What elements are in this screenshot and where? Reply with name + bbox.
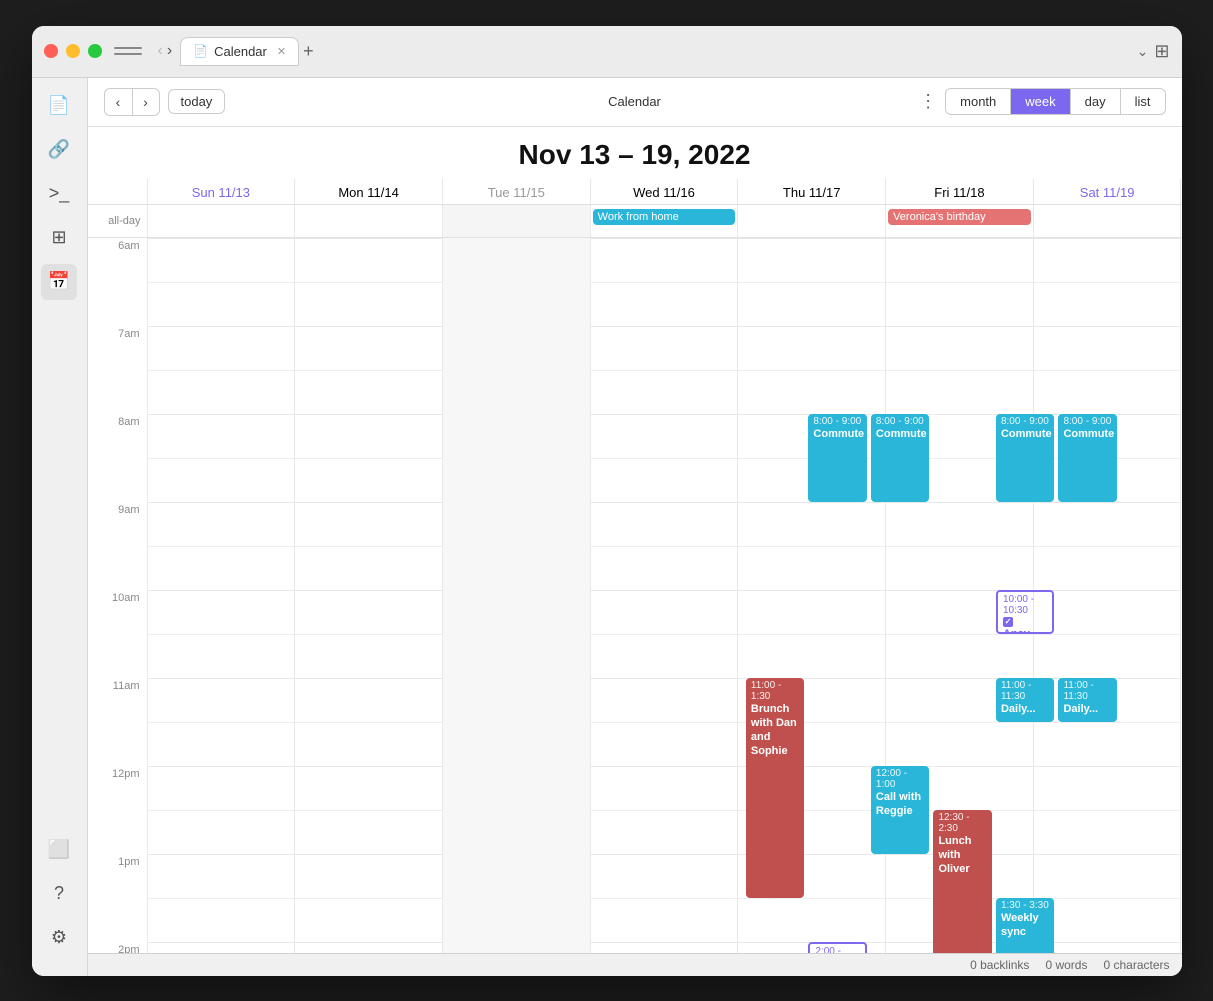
word-count: 0 words [1045,958,1087,972]
traffic-lights [44,44,102,58]
allday-wed[interactable]: Work from home [591,205,739,237]
sidebar-icon-file[interactable]: 📄 [41,88,77,124]
allday-row: all-day Work from home Veronica's birthd… [88,205,1182,238]
prev-week-button[interactable]: ‹ [104,88,132,116]
allday-event-work-from-home[interactable]: Work from home [593,209,736,225]
day-col-mon[interactable] [295,238,443,953]
titlebar: ‹ › 📄 Calendar ✕ + ⌄ ⊞ [32,26,1182,78]
next-week-button[interactable]: › [132,88,160,116]
event-block-1[interactable]: 8:00 - 9:00Commute [871,414,930,502]
allday-event-birthday[interactable]: Veronica's birthday [888,209,1031,225]
allday-sun[interactable] [148,205,296,237]
app-body: 📄 🔗 >_ ⊞ 📅 ⬜ ? ⚙ ‹ › today [32,78,1182,976]
sidebar-icon-vault[interactable]: ⬜ [41,832,77,868]
day-headers: Sun 11/13 Mon 11/14 Tue 11/15 Wed 11/16 … [88,179,1182,205]
day-header-wed[interactable]: Wed 11/16 [591,179,739,204]
app-window: ‹ › 📄 Calendar ✕ + ⌄ ⊞ 📄 🔗 >_ ⊞ 📅 ⬜ [32,26,1182,976]
day-header-tue[interactable]: Tue 11/15 [443,179,591,204]
time-label-8am: 8am [88,414,148,502]
day-col-wed[interactable] [591,238,739,953]
allday-mon[interactable] [295,205,443,237]
sidebar-icon-link[interactable]: 🔗 [41,132,77,168]
time-label-6am: 6am [88,238,148,326]
day-header-thu[interactable]: Thu 11/17 [738,179,886,204]
event-block-7[interactable]: 11:00 - 11:30Daily... [1058,678,1117,722]
tab-label: Calendar [214,44,267,59]
new-tab-button[interactable]: + [303,41,314,62]
icon-sidebar: 📄 🔗 >_ ⊞ 📅 ⬜ ? ⚙ [32,78,88,976]
time-label-9am: 9am [88,502,148,590]
event-block-6[interactable]: 11:00 - 11:30Daily... [996,678,1055,722]
event-block-8[interactable]: 12:00 - 1:00Call with Reggie [871,766,930,854]
event-block-9[interactable]: 12:30 - 2:30Lunch with Oliver [933,810,992,953]
calendar-toolbar: ‹ › today Calendar ⋮ month week day list [88,78,1182,127]
sidebar-icon-terminal[interactable]: >_ [41,176,77,212]
close-button[interactable] [44,44,58,58]
time-label-2pm: 2pm [88,942,148,953]
dropdown-icon[interactable]: ⌄ [1137,43,1149,60]
allday-fri[interactable]: Veronica's birthday [886,205,1034,237]
today-button[interactable]: today [168,89,226,114]
char-count: 0 characters [1103,958,1169,972]
month-view-button[interactable]: month [946,89,1011,114]
sidebar-icon-settings[interactable]: ⚙ [41,920,77,956]
status-bar: 0 backlinks 0 words 0 characters [88,953,1182,976]
time-label-11am: 11am [88,678,148,766]
list-view-button[interactable]: list [1121,89,1165,114]
allday-thu[interactable] [738,205,886,237]
week-title-bar: Nov 13 – 19, 2022 [88,127,1182,179]
maximize-button[interactable] [88,44,102,58]
day-header-mon[interactable]: Mon 11/14 [295,179,443,204]
allday-sat[interactable] [1034,205,1182,237]
allday-tue[interactable] [443,205,591,237]
sidebar-icon-grid[interactable]: ⊞ [41,220,77,256]
time-label-1pm: 1pm [88,854,148,942]
week-title: Nov 13 – 19, 2022 [519,139,751,171]
calendar-title: Calendar [608,94,661,109]
view-selector: month week day list [945,88,1165,115]
time-label-12pm: 12pm [88,766,148,854]
sidebar-icon-calendar[interactable]: 📅 [41,264,77,300]
sidebar-icon-help[interactable]: ? [41,876,77,912]
day-header-sun[interactable]: Sun 11/13 [148,179,296,204]
more-options-icon[interactable]: ⋮ [919,91,937,112]
time-grid-inner: 6am7am8am9am10am11am12pm1pm2pm3pm4pm5pm6… [88,238,1182,953]
day-view-button[interactable]: day [1071,89,1121,114]
tab-bar: ‹ › 📄 Calendar ✕ + [158,37,1137,66]
titlebar-nav: ⌄ ⊞ [1137,41,1170,62]
time-label-10am: 10am [88,590,148,678]
sidebar-toggle-button[interactable] [114,40,142,62]
tab-icon: 📄 [193,44,208,58]
event-block-3[interactable]: 8:00 - 9:00Commute [1058,414,1117,502]
tab-close-button[interactable]: ✕ [277,45,286,58]
calendar-tab[interactable]: 📄 Calendar ✕ [180,37,299,66]
event-block-2[interactable]: 8:00 - 9:00Commute [996,414,1055,502]
time-grid[interactable]: 6am7am8am9am10am11am12pm1pm2pm3pm4pm5pm6… [88,238,1182,953]
event-block-5[interactable]: 11:00 - 1:30Brunch with Dan and Sophie [746,678,805,898]
day-header-sat[interactable]: Sat 11/19 [1034,179,1182,204]
time-label-7am: 7am [88,326,148,414]
day-col-sun[interactable] [148,238,296,953]
event-block-4[interactable]: 10:00 - 10:30✓Ansv... [996,590,1055,634]
event-block-10[interactable]: 2:00 - 3:00✓File expense reports [808,942,867,953]
more-options-button[interactable]: ⊞ [1154,41,1169,62]
backlinks-count: 0 backlinks [970,958,1029,972]
minimize-button[interactable] [66,44,80,58]
day-col-sat[interactable] [1034,238,1182,953]
calendar-area: ‹ › today Calendar ⋮ month week day list [88,78,1182,976]
nav-back-button[interactable]: ‹ › [158,42,173,60]
allday-label: all-day [88,205,148,237]
event-block-0[interactable]: 8:00 - 9:00Commute [808,414,867,502]
time-col-header [88,179,148,204]
day-header-fri[interactable]: Fri 11/18 [886,179,1034,204]
week-view-button[interactable]: week [1011,89,1070,114]
day-col-tue[interactable] [443,238,591,953]
event-block-11[interactable]: 1:30 - 3:30Weekly sync [996,898,1055,953]
nav-buttons: ‹ › [104,88,160,116]
